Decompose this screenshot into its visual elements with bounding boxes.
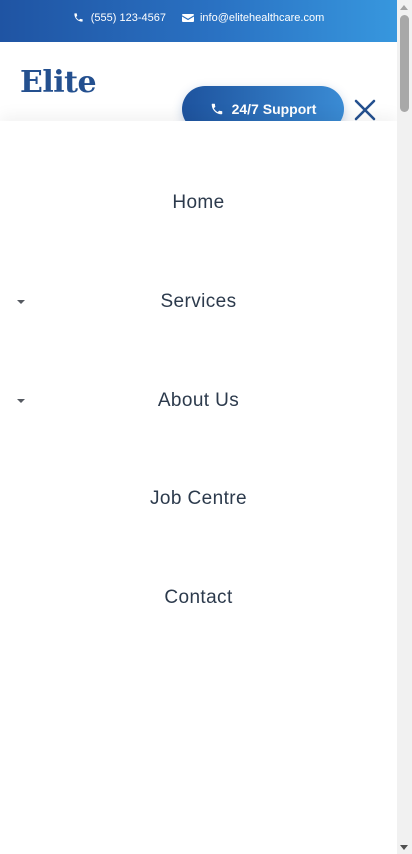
scrollbar[interactable] — [397, 0, 412, 854]
menu-item-job-centre[interactable]: Job Centre — [0, 477, 397, 521]
phone-icon — [73, 12, 85, 24]
menu-item-label: Home — [172, 192, 225, 213]
phone-icon — [210, 102, 224, 116]
scroll-down-arrow-icon[interactable] — [400, 845, 408, 850]
phone-link[interactable]: (555) 123-4567 — [73, 12, 166, 24]
contact-bar: (555) 123-4567 info@elitehealthcare.com — [0, 0, 397, 42]
email-address: info@elitehealthcare.com — [199, 11, 325, 24]
submenu-caret-icon[interactable] — [17, 399, 25, 403]
menu-item-label: About Us — [157, 390, 240, 411]
submenu-caret-icon[interactable] — [17, 300, 25, 304]
site-header: Elite 24/7 Support — [0, 42, 397, 132]
close-icon — [353, 98, 377, 122]
menu-item-about-us[interactable]: About Us — [0, 379, 397, 423]
site-logo[interactable]: Elite — [20, 65, 97, 100]
scroll-up-arrow-icon[interactable] — [400, 5, 408, 10]
menu-item-label: Job Centre — [150, 488, 247, 509]
menu-item-home[interactable]: Home — [0, 181, 397, 225]
support-button-label: 24/7 Support — [231, 101, 317, 117]
menu-item-services[interactable]: Services — [0, 280, 397, 324]
menu-item-label: Contact — [164, 587, 233, 608]
scrollbar-thumb[interactable] — [400, 15, 409, 112]
phone-number: (555) 123-4567 — [90, 11, 166, 24]
menu-item-contact[interactable]: Contact — [0, 576, 397, 620]
menu-item-label: Services — [160, 291, 237, 312]
mobile-menu: Home Services About Us Job Centre Contac… — [0, 121, 397, 854]
page: (555) 123-4567 info@elitehealthcare.com … — [0, 0, 412, 854]
email-link[interactable]: info@elitehealthcare.com — [181, 11, 325, 24]
envelope-icon — [181, 12, 194, 24]
close-menu-button[interactable] — [351, 96, 379, 124]
